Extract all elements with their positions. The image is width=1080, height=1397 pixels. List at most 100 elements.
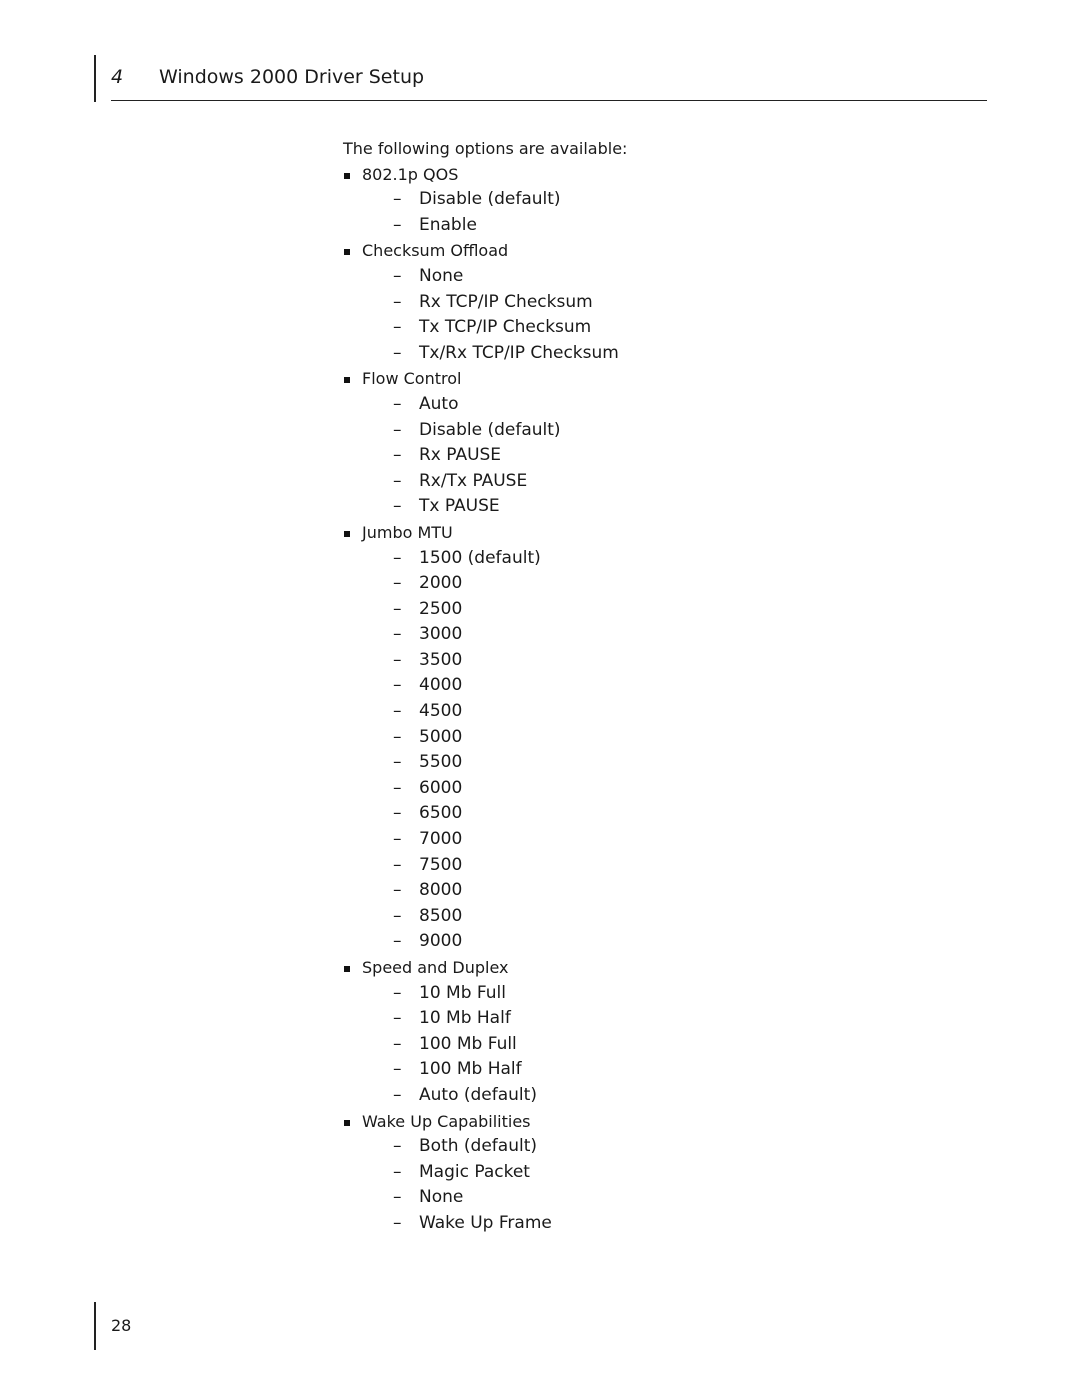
option-heading: Wake Up Capabilities [343, 1109, 627, 1135]
option-value-text: Auto [419, 393, 459, 414]
dash-bullet-icon: – [393, 214, 402, 235]
dash-bullet-icon: – [393, 726, 402, 747]
option-value-text: Wake Up Frame [419, 1212, 552, 1233]
dash-bullet-icon: – [393, 496, 402, 517]
option-values-list: – None – Rx TCP/IP Checksum – Tx TCP/IP Check… [343, 264, 627, 366]
option-value-text: Magic Packet [419, 1161, 530, 1182]
margin-bar-top [94, 55, 96, 102]
dash-bullet-icon: – [393, 1187, 402, 1208]
option-value: –100 Mb Half [343, 1057, 627, 1083]
option-value-text: 6500 [419, 803, 463, 824]
option-value-text: Auto (default) [419, 1084, 537, 1105]
option-heading: Speed and Duplex [343, 955, 627, 981]
square-bullet-icon [344, 1119, 350, 1126]
option-value-text: 10 Mb Half [419, 1008, 511, 1029]
option-value-text: Both (default) [419, 1136, 537, 1157]
dash-bullet-icon: – [393, 803, 402, 824]
option-value: –7000 [343, 827, 627, 853]
option-value-text: 2500 [419, 598, 463, 619]
option-value: –2500 [343, 597, 627, 623]
square-bullet-icon [344, 249, 350, 256]
dash-bullet-icon: – [393, 291, 402, 312]
dash-bullet-icon: – [393, 419, 402, 440]
dash-bullet-icon: – [393, 598, 402, 619]
option-item: Flow Control – Auto – Disable (default) – Rx P… [343, 366, 627, 520]
option-value: –10 Mb Half [343, 1006, 627, 1032]
options-list: 802.1p QOS – Disable (default) – Enable Check… [343, 162, 627, 1237]
option-item: Jumbo MTU –1500 (default) –2000–2500–3000–… [343, 520, 627, 955]
dash-bullet-icon: – [393, 265, 402, 286]
option-value: –6500 [343, 801, 627, 827]
option-value: – Both (default) [343, 1134, 627, 1160]
dash-bullet-icon: – [393, 982, 402, 1003]
option-value-text: 100 Mb Half [419, 1059, 522, 1080]
dash-bullet-icon: – [393, 624, 402, 645]
dash-bullet-icon: – [393, 445, 402, 466]
option-values-list: – Disable (default) – Enable [343, 187, 627, 238]
option-value-text: 8500 [419, 905, 463, 926]
dash-bullet-icon: – [393, 905, 402, 926]
dash-bullet-icon: – [393, 317, 402, 338]
option-value: –2000 [343, 571, 627, 597]
option-value: – None [343, 264, 627, 290]
option-value-text: 9000 [419, 931, 463, 952]
option-heading: 802.1p QOS [343, 162, 627, 188]
option-value-text: 3500 [419, 649, 463, 670]
option-item: Speed and Duplex –10 Mb Full –10 Mb Half –1… [343, 955, 627, 1109]
option-value-text: Rx PAUSE [419, 445, 502, 466]
dash-bullet-icon: – [393, 1008, 402, 1029]
option-value: – Wake Up Frame [343, 1211, 627, 1237]
dash-bullet-icon: – [393, 189, 402, 210]
option-value: – Tx PAUSE [343, 494, 627, 520]
option-value: –9000 [343, 929, 627, 955]
option-value-text: Tx/Rx TCP/IP Checksum [419, 342, 619, 363]
dash-bullet-icon: – [393, 1033, 402, 1054]
dash-bullet-icon: – [393, 777, 402, 798]
option-value-text: 2000 [419, 573, 463, 594]
dash-bullet-icon: – [393, 393, 402, 414]
option-value: –1500 (default) [343, 546, 627, 572]
option-value-text: Disable (default) [419, 189, 561, 210]
option-item: Wake Up Capabilities – Both (default) – Magi… [343, 1109, 627, 1237]
dash-bullet-icon: – [393, 1084, 402, 1105]
option-value: –100 Mb Full [343, 1032, 627, 1058]
option-value-text: 7500 [419, 854, 463, 875]
option-value: – Auto [343, 392, 627, 418]
option-value: – Disable (default) [343, 418, 627, 444]
option-value-text: 4500 [419, 701, 463, 722]
option-heading: Jumbo MTU [343, 520, 627, 546]
square-bullet-icon [344, 377, 350, 384]
option-value-text: Tx TCP/IP Checksum [419, 317, 592, 338]
dash-bullet-icon: – [393, 880, 402, 901]
option-value: –4500 [343, 699, 627, 725]
option-label: 802.1p QOS [362, 164, 459, 184]
margin-bar-bottom [94, 1302, 96, 1350]
dash-bullet-icon: – [393, 1212, 402, 1233]
dash-bullet-icon: – [393, 649, 402, 670]
option-label: Speed and Duplex [362, 958, 509, 977]
option-value: –3000 [343, 622, 627, 648]
dash-bullet-icon: – [393, 701, 402, 722]
dash-bullet-icon: – [393, 1161, 402, 1182]
option-value-text: 8000 [419, 880, 463, 901]
option-value-text: 5500 [419, 752, 463, 773]
option-value: –6000 [343, 776, 627, 802]
option-value: – None [343, 1185, 627, 1211]
chapter-title: Windows 2000 Driver Setup [159, 66, 425, 88]
option-value: –8000 [343, 878, 627, 904]
dash-bullet-icon: – [393, 470, 402, 491]
option-value-text: 3000 [419, 624, 463, 645]
dash-bullet-icon: – [393, 573, 402, 594]
header-rule [111, 100, 987, 101]
option-value: – Enable [343, 213, 627, 239]
option-value: –5500 [343, 750, 627, 776]
option-value-text: Rx TCP/IP Checksum [419, 291, 593, 312]
dash-bullet-icon: – [393, 1059, 402, 1080]
dash-bullet-icon: – [393, 829, 402, 850]
option-item: 802.1p QOS – Disable (default) – Enable [343, 162, 627, 239]
option-values-list: –10 Mb Full –10 Mb Half –100 Mb Full –100 M… [343, 981, 627, 1109]
dash-bullet-icon: – [393, 752, 402, 773]
option-value-text: 5000 [419, 726, 463, 747]
option-value-text: Tx PAUSE [419, 496, 500, 517]
option-value-text: None [419, 1187, 464, 1208]
